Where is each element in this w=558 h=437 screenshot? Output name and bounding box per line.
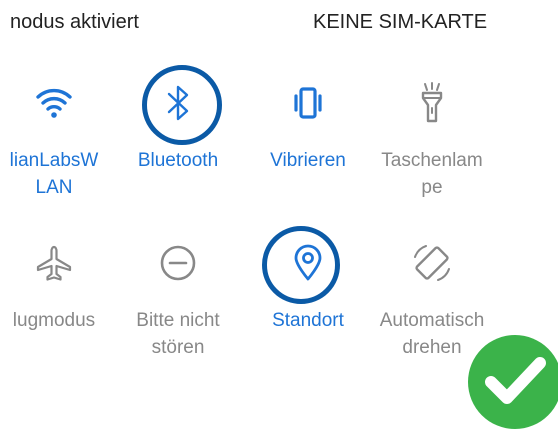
tile-label-flashlight: Taschenlam pe [381, 150, 483, 198]
tile-label-bluetooth: Bluetooth [137, 150, 219, 171]
tile-label-location: Standort [272, 310, 344, 331]
bluetooth-highlight-ring [142, 65, 222, 145]
tile-label-airplane-mode: lugmodus [12, 310, 96, 331]
auto-rotate-icon [368, 233, 496, 293]
tile-wifi[interactable]: lianLabsW LAN [0, 73, 118, 223]
tile-flashlight[interactable]: Taschenlam pe [368, 73, 496, 223]
airplane-icon [0, 233, 118, 293]
tile-label-do-not-disturb: Bitte nicht stören [136, 310, 220, 358]
flashlight-icon [368, 73, 496, 133]
tile-label-vibrate: Vibrieren [270, 150, 346, 171]
tile-vibrate[interactable]: Vibrieren [244, 73, 372, 223]
tile-airplane-mode[interactable]: lugmodus [0, 233, 118, 383]
wifi-icon [0, 73, 118, 133]
location-highlight-ring [262, 226, 340, 304]
status-left-text: nodus aktiviert [10, 11, 139, 33]
green-check-icon [465, 332, 558, 432]
tile-do-not-disturb[interactable]: Bitte nicht stören [114, 233, 242, 383]
sim-status-text: KEINE SIM-KARTE [313, 11, 488, 33]
do-not-disturb-icon [114, 233, 242, 293]
vibrate-icon [244, 73, 372, 133]
tile-label-wifi: lianLabsW LAN [9, 150, 99, 198]
